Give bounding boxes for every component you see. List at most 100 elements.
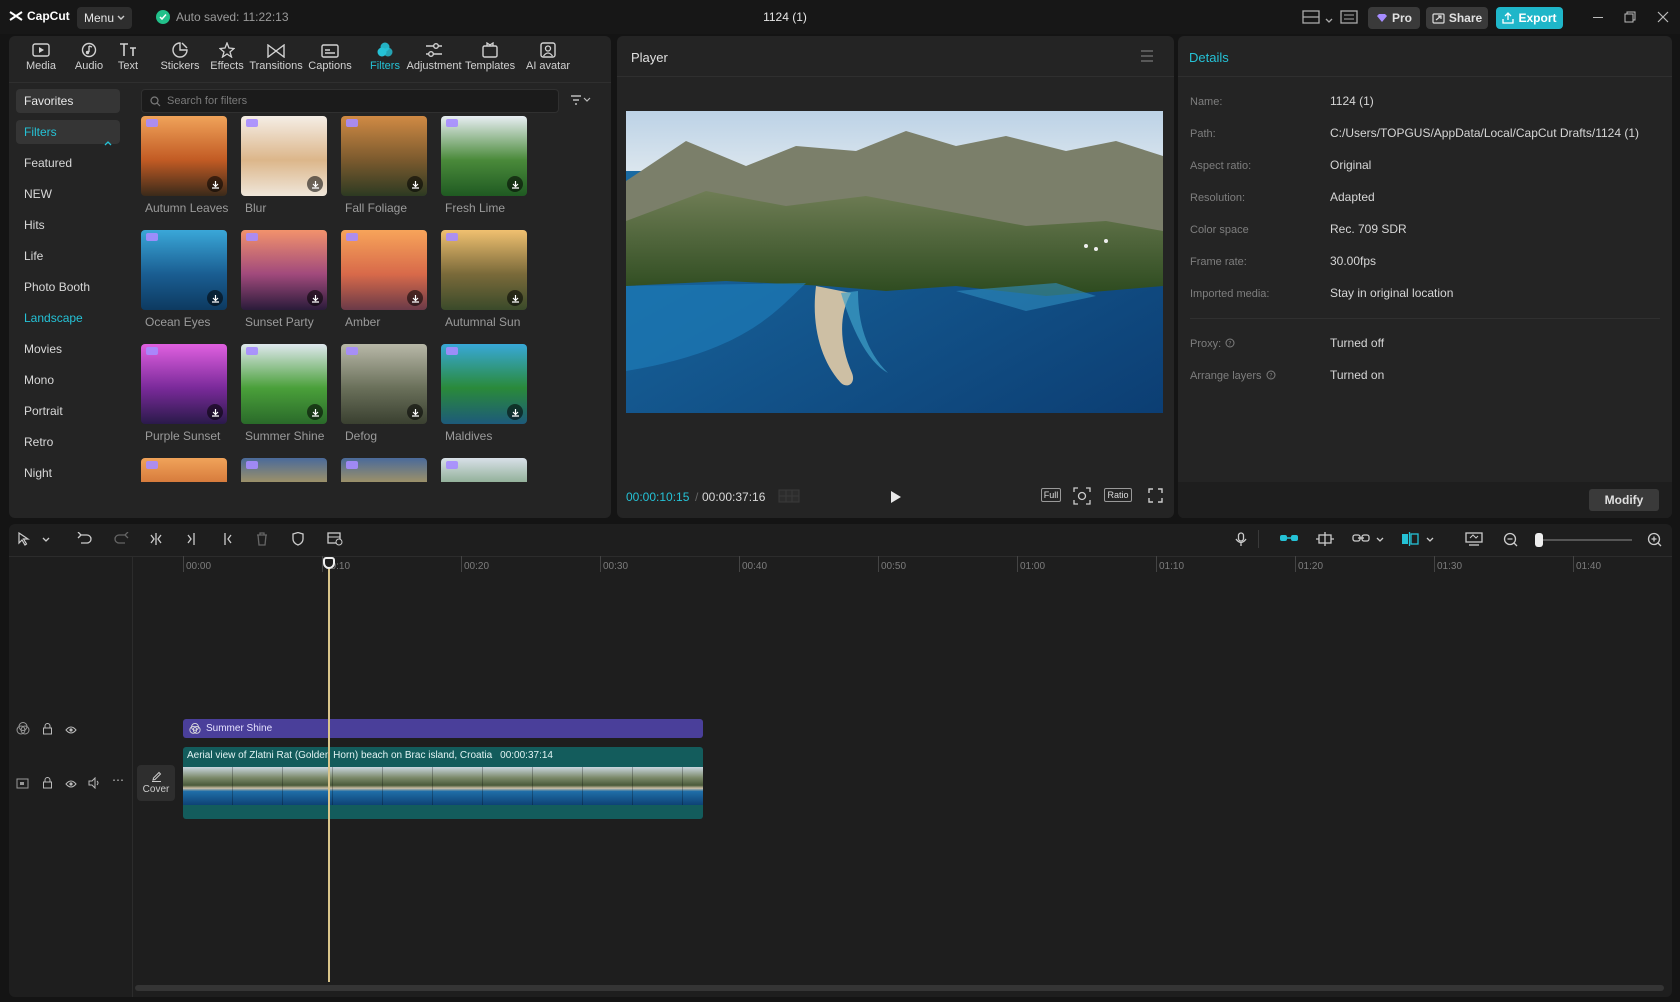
ratio-button[interactable]: Ratio [1104, 488, 1132, 502]
tool-media[interactable]: Media [16, 40, 66, 80]
chevron-down-icon[interactable] [42, 537, 50, 543]
filter-card[interactable]: Autumn Leaves [141, 116, 228, 224]
category-favorites[interactable]: Favorites [16, 89, 120, 113]
download-icon[interactable] [307, 404, 323, 420]
crop-focus-icon[interactable] [1073, 487, 1091, 508]
help-circle-icon[interactable]: ? [1225, 338, 1235, 351]
split-left-icon[interactable] [186, 532, 198, 546]
download-icon[interactable] [407, 404, 423, 420]
eye-icon[interactable] [65, 778, 77, 792]
video-clip[interactable]: Aerial view of Zlatni Rat (Golden Horn) … [183, 747, 703, 819]
chevron-down-icon[interactable] [1376, 537, 1384, 543]
tool-text[interactable]: Text [103, 40, 153, 80]
help-circle-icon[interactable]: ? [1266, 370, 1276, 383]
link-icon[interactable] [1352, 532, 1370, 544]
thumbnail-toggle-icon[interactable] [1465, 532, 1483, 546]
filter-card[interactable]: Sunset Party [241, 230, 327, 338]
category-featured[interactable]: Featured [16, 151, 120, 175]
restore-icon[interactable] [1624, 11, 1636, 26]
filter-card[interactable]: Purple Sunset [141, 344, 227, 452]
tool-adjustment[interactable]: Adjustment [406, 40, 462, 80]
share-button[interactable]: Share [1426, 7, 1488, 29]
filter-search-box[interactable]: Search for filters [141, 89, 559, 113]
pro-button[interactable]: Pro [1368, 7, 1420, 29]
filter-card[interactable]: Ocean Eyes [141, 230, 227, 338]
freeze-frame-icon[interactable] [327, 532, 343, 546]
cover-button[interactable]: Cover [137, 765, 175, 801]
download-icon[interactable] [507, 404, 523, 420]
filter-card[interactable] [141, 458, 227, 482]
category-life[interactable]: Life [16, 244, 120, 268]
category-landscape[interactable]: Landscape [16, 306, 120, 330]
tool-captions[interactable]: Captions [305, 40, 355, 80]
playhead-handle[interactable] [323, 557, 335, 569]
zoom-slider-track[interactable] [1537, 539, 1632, 541]
export-button[interactable]: Export [1496, 7, 1563, 29]
fullscreen-icon[interactable] [1148, 488, 1163, 506]
select-cursor-icon[interactable] [18, 532, 30, 546]
main-track-link-icon[interactable] [1279, 532, 1299, 544]
filter-card[interactable]: Autumnal Sun [441, 230, 527, 338]
filter-card[interactable]: Blur [241, 116, 327, 224]
download-icon[interactable] [307, 176, 323, 192]
download-icon[interactable] [307, 290, 323, 306]
microphone-icon[interactable] [1235, 532, 1247, 547]
download-icon[interactable] [407, 176, 423, 192]
download-icon[interactable] [407, 290, 423, 306]
playhead[interactable] [328, 560, 330, 982]
close-icon[interactable] [1657, 11, 1669, 26]
category-movies[interactable]: Movies [16, 337, 120, 361]
filter-card[interactable]: Defog [341, 344, 427, 452]
delete-icon[interactable] [256, 532, 268, 546]
filter-card[interactable]: Amber [341, 230, 427, 338]
tool-templates[interactable]: Templates [465, 40, 515, 80]
redo-icon[interactable] [114, 532, 129, 546]
download-icon[interactable] [207, 404, 223, 420]
layout-icon[interactable] [1302, 10, 1320, 27]
zoom-out-icon[interactable] [1503, 532, 1518, 547]
shield-marker-icon[interactable] [292, 532, 304, 546]
modify-button[interactable]: Modify [1589, 489, 1659, 511]
download-icon[interactable] [507, 290, 523, 306]
filter-card[interactable] [341, 458, 427, 482]
play-icon[interactable] [890, 490, 902, 507]
hamburger-menu-icon[interactable] [1140, 50, 1154, 65]
zoom-slider-knob[interactable] [1535, 533, 1543, 547]
tool-ai-avatar[interactable]: AI avatar [523, 40, 573, 80]
download-icon[interactable] [207, 290, 223, 306]
snap-icon[interactable] [1316, 532, 1334, 546]
filter-card[interactable] [241, 458, 327, 482]
tool-stickers[interactable]: Stickers [155, 40, 205, 80]
category-mono[interactable]: Mono [16, 368, 120, 392]
split-right-icon[interactable] [221, 532, 233, 546]
chevron-down-icon[interactable] [1426, 537, 1434, 543]
timecode-grid-icon[interactable] [778, 489, 800, 506]
undo-icon[interactable] [77, 532, 92, 546]
filter-clip[interactable]: Summer Shine [183, 719, 703, 738]
chevron-down-icon[interactable] [1325, 13, 1333, 27]
video-preview[interactable] [626, 111, 1163, 413]
keyboard-icon[interactable] [1340, 10, 1358, 27]
timeline-scrollbar[interactable] [135, 985, 1664, 991]
preview-axis-icon[interactable] [1401, 532, 1419, 546]
category-photo-booth[interactable]: Photo Booth [16, 275, 120, 299]
lock-icon[interactable] [42, 723, 53, 738]
category-hits[interactable]: Hits [16, 213, 120, 237]
tool-filters[interactable]: Filters [360, 40, 410, 80]
sort-filter-icon[interactable] [570, 94, 594, 109]
split-icon[interactable] [150, 532, 162, 546]
download-icon[interactable] [507, 176, 523, 192]
category-new[interactable]: NEW [16, 182, 120, 206]
lock-icon[interactable] [42, 777, 53, 792]
category-portrait[interactable]: Portrait [16, 399, 120, 423]
speaker-icon[interactable] [88, 776, 101, 792]
tool-effects[interactable]: Effects [202, 40, 252, 80]
category-retro[interactable]: Retro [16, 430, 120, 454]
filter-card[interactable] [441, 458, 527, 482]
eye-icon[interactable] [65, 724, 77, 738]
filter-card[interactable]: Fall Foliage [341, 116, 427, 224]
filter-card[interactable]: Fresh Lime [441, 116, 527, 224]
category-night[interactable]: Night [16, 461, 120, 485]
full-button[interactable]: Full [1041, 488, 1061, 502]
zoom-in-icon[interactable] [1647, 532, 1662, 547]
